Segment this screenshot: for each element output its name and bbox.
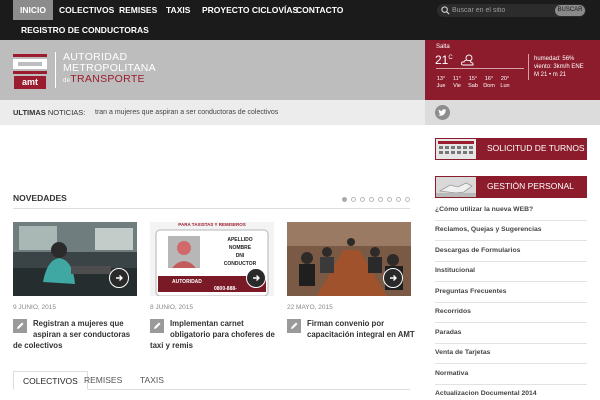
ticker-label: ULTIMAS NOTICIAS: — [13, 108, 86, 117]
search-button[interactable]: BUSCAR — [555, 5, 585, 16]
calendar-icon — [436, 139, 476, 159]
news-date: 22 Mayo, 2015 — [287, 304, 333, 311]
slider-dot[interactable] — [369, 197, 374, 202]
slider-dot[interactable] — [405, 197, 410, 202]
news-title-link[interactable]: Firman convenio por capacitación integra… — [307, 318, 433, 340]
weather-widget: Salta 21C humedad: 56% viento: 3km/h ENE… — [425, 40, 600, 100]
weather-temp-unit: C — [448, 55, 453, 61]
sidebar-link-actualizacion[interactable]: Actualizacion Documental 2014 — [435, 390, 587, 397]
forecast-day: 13° Jue — [436, 76, 446, 89]
news-title-continued[interactable]: taxi y remis — [150, 340, 276, 351]
sidebar-divider — [435, 343, 587, 344]
social-strip — [425, 100, 600, 125]
logo-text: Autoridad Metropolitana deTransporte — [63, 52, 156, 87]
sidebar-link-nueva-web[interactable]: ¿Cómo utilizar la nueva WEB? — [435, 206, 587, 213]
sidebar-link-recorridos[interactable]: Recorridos — [435, 308, 587, 315]
news-date: 8 Junio, 2015 — [150, 304, 193, 311]
nav-item-proyecto-ciclovias[interactable]: Proyecto Ciclovías — [202, 0, 298, 20]
sidebar-divider — [435, 240, 587, 241]
twitter-icon[interactable] — [435, 105, 450, 120]
slider-dot[interactable] — [387, 197, 392, 202]
sidebar-link-reclamos[interactable]: Reclamos, Quejas y Sugerencias — [435, 226, 587, 233]
logo-line-3: Transporte — [70, 73, 145, 85]
nav-item-contacto[interactable]: Contacto — [296, 0, 343, 20]
gestion-personal-banner[interactable]: Gestión Personal — [435, 176, 587, 198]
gestion-personal-label: Gestión Personal — [487, 181, 574, 191]
card-org: AUTORIDAD — [172, 279, 202, 285]
weather-city: Salta — [436, 44, 450, 50]
forecast-day: 11° Vie — [453, 76, 461, 89]
sidebar-link-preguntas[interactable]: Preguntas Frecuentes — [435, 288, 587, 295]
card-fields: APELLIDO NOMBRE DNI CONDUCTOR — [223, 237, 257, 267]
slider-dot[interactable] — [378, 197, 383, 202]
pencil-icon — [13, 319, 27, 333]
weather-vertical-divider — [528, 54, 529, 80]
forecast-day: 20° Lun — [500, 76, 510, 89]
card-phone: 0800-888- — [214, 286, 237, 292]
logo-abbr: amt — [14, 76, 46, 89]
tab-remises[interactable]: Remises — [84, 371, 122, 389]
novedades-rule — [13, 208, 410, 209]
sidebar-divider — [435, 220, 587, 221]
arrow-right-icon[interactable] — [246, 268, 266, 288]
arrow-right-icon[interactable] — [383, 268, 403, 288]
nav-item-colectivos[interactable]: Colectivos — [59, 0, 114, 20]
sidebar-divider — [435, 363, 587, 364]
novedades-title: Novedades — [13, 193, 67, 203]
forecast-day: 16° Dom — [483, 76, 495, 89]
arrow-right-icon[interactable] — [109, 268, 129, 288]
sidebar-divider — [435, 281, 587, 282]
sidebar-divider — [435, 322, 587, 323]
news-image-bus-driver[interactable] — [13, 222, 137, 296]
news-title-link[interactable]: Implementan carnet obligatorio para chof… — [170, 318, 296, 340]
slider-dot[interactable] — [342, 197, 347, 202]
news-image-meeting[interactable] — [287, 222, 411, 296]
nav-item-registro-conductoras[interactable]: Registro de Conductoras — [21, 20, 149, 40]
sidebar-link-normativa[interactable]: Normativa — [435, 370, 587, 377]
sidebar-divider — [435, 261, 587, 262]
partly-cloudy-icon — [460, 54, 474, 66]
weather-wind: viento: 3km/h ENE — [534, 64, 584, 70]
weather-temp-value: 21 — [435, 53, 449, 67]
weather-divider — [436, 68, 524, 69]
sidebar-link-venta-tarjetas[interactable]: Venta de Tarjetas — [435, 349, 587, 356]
nav-item-inicio[interactable]: Inicio — [13, 0, 53, 20]
sidebar-divider — [435, 384, 587, 385]
weather-humidity: humedad: 56% — [534, 56, 575, 62]
search-icon — [441, 6, 450, 15]
news-date: 9 Junio, 2015 — [13, 304, 56, 311]
weather-range: M 21 • m 21 — [534, 72, 567, 78]
forecast-day: 15° Sab — [468, 76, 478, 89]
logo-divider — [55, 52, 56, 88]
search-box: BUSCAR — [437, 4, 586, 17]
weather-temp: 21C — [435, 53, 453, 67]
news-title-link[interactable]: Registran a mujeres que aspiran a ser co… — [33, 318, 159, 340]
nav-item-taxis[interactable]: Taxis — [166, 0, 190, 20]
solicitud-turnos-label: Solicitud de Turnos — [487, 143, 585, 153]
tab-colectivos[interactable]: Colectivos — [13, 371, 88, 390]
card-top-text: Para Taxistas y Remiseros — [178, 222, 246, 227]
top-navigation-bar: Inicio Colectivos Remises Taxis Proyecto… — [0, 0, 600, 40]
slider-dot[interactable] — [351, 197, 356, 202]
tab-taxis[interactable]: Taxis — [140, 371, 164, 389]
news-image-driver-card[interactable]: Para Taxistas y Remiseros APELLIDO NOMBR… — [150, 222, 274, 296]
slider-dot[interactable] — [396, 197, 401, 202]
sidebar-link-paradas[interactable]: Paradas — [435, 329, 587, 336]
news-title-continued[interactable]: de colectivos — [13, 340, 139, 351]
amt-logo[interactable]: amt Autoridad Metropolitana deTransporte — [13, 51, 156, 91]
ticker-headline[interactable]: tran a mujeres que aspiran a ser conduct… — [95, 109, 278, 116]
sidebar-link-descargas[interactable]: Descargas de Formularios — [435, 247, 587, 254]
nav-item-remises[interactable]: Remises — [119, 0, 157, 20]
search-input[interactable] — [452, 4, 548, 17]
handshake-icon — [436, 177, 476, 197]
solicitud-turnos-banner[interactable]: Solicitud de Turnos — [435, 138, 587, 160]
slider-dot[interactable] — [360, 197, 365, 202]
weather-details: humedad: 56% viento: 3km/h ENE M 21 • m … — [534, 55, 584, 79]
sidebar-divider — [435, 302, 587, 303]
sidebar-link-institucional[interactable]: Institucional — [435, 267, 587, 274]
